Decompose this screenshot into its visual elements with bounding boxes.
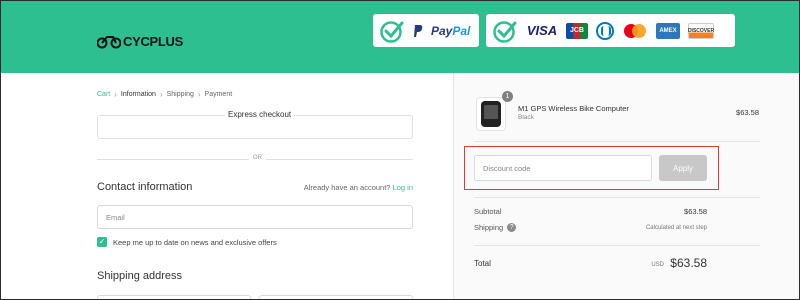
total-value: $63.58 [670, 256, 707, 270]
discount-code-input[interactable] [474, 155, 652, 181]
apply-discount-button[interactable]: Apply [659, 155, 707, 181]
last-name-field[interactable] [259, 295, 413, 299]
chevron-right-icon: › [159, 90, 163, 99]
express-checkout-label: Express checkout [225, 110, 295, 119]
shipping-label: Shipping [474, 223, 504, 232]
product-price: $63.58 [736, 108, 759, 117]
contact-information-heading: Contact information [97, 181, 193, 193]
bicycle-icon [97, 35, 121, 48]
summary-divider [474, 197, 760, 198]
shipping-value: Calculated at next step [645, 225, 707, 231]
bike-computer-image [481, 101, 501, 127]
product-thumbnail [476, 97, 506, 131]
total-label: Total [474, 259, 491, 268]
check-circle-icon [493, 20, 517, 43]
newsletter-checkbox[interactable]: ✓ [97, 237, 107, 247]
diners-club-icon [596, 21, 614, 40]
total-currency: USD [651, 262, 664, 268]
mastercard-icon [622, 23, 648, 39]
page-frame: CYCPLUS PayPal VISA JCB AMEX DISCOVER Ca… [0, 0, 800, 300]
shipping-label-row: Shipping ? [474, 223, 517, 232]
breadcrumb-information: Information [120, 91, 156, 98]
visa-icon: VISA [526, 23, 558, 38]
newsletter-option[interactable]: ✓ Keep me up to date on news and exclusi… [97, 237, 277, 247]
breadcrumb-shipping: Shipping [166, 91, 194, 98]
login-link[interactable]: Log in [393, 183, 413, 192]
have-account-text: Already have an account? [303, 183, 391, 192]
logo-text: CYCPLUS [123, 34, 184, 49]
or-label: OR [249, 155, 266, 161]
paypal-logo-icon [414, 24, 423, 37]
checkout-form: Cart › Information › Shipping › Payment … [1, 73, 453, 299]
chevron-right-icon: › [197, 90, 201, 99]
breadcrumb: Cart › Information › Shipping › Payment [97, 90, 232, 99]
subtotal-label: Subtotal [474, 207, 502, 216]
paypal-wordmark: PayPal [431, 23, 471, 38]
check-circle-icon [380, 20, 404, 43]
brand-logo[interactable]: CYCPLUS [97, 34, 183, 49]
shipping-address-heading: Shipping address [97, 270, 183, 282]
login-prompt: Already have an account? Log in [304, 183, 413, 192]
email-field[interactable] [97, 205, 413, 229]
product-variant: Black [518, 114, 534, 121]
site-header: CYCPLUS PayPal VISA JCB AMEX DISCOVER [1, 1, 799, 73]
order-summary: 1 M1 GPS Wireless Bike Computer Black $6… [453, 73, 799, 299]
amex-icon: AMEX [656, 22, 680, 39]
paypal-badge: PayPal [373, 14, 479, 47]
breadcrumb-payment: Payment [204, 91, 233, 98]
breadcrumb-cart[interactable]: Cart [97, 91, 110, 98]
discover-icon: DISCOVER [688, 22, 714, 39]
question-mark-icon[interactable]: ? [507, 223, 517, 232]
chevron-right-icon: › [114, 90, 117, 99]
summary-divider [474, 141, 760, 142]
first-name-field[interactable] [97, 295, 251, 299]
card-badges: VISA JCB AMEX DISCOVER [486, 14, 735, 47]
newsletter-label: Keep me up to date on news and exclusive… [113, 237, 277, 247]
summary-divider [474, 245, 760, 246]
subtotal-value: $63.58 [684, 207, 707, 216]
quantity-badge: 1 [502, 91, 513, 102]
product-name: M1 GPS Wireless Bike Computer [518, 104, 629, 113]
jcb-icon: JCB [566, 22, 588, 39]
